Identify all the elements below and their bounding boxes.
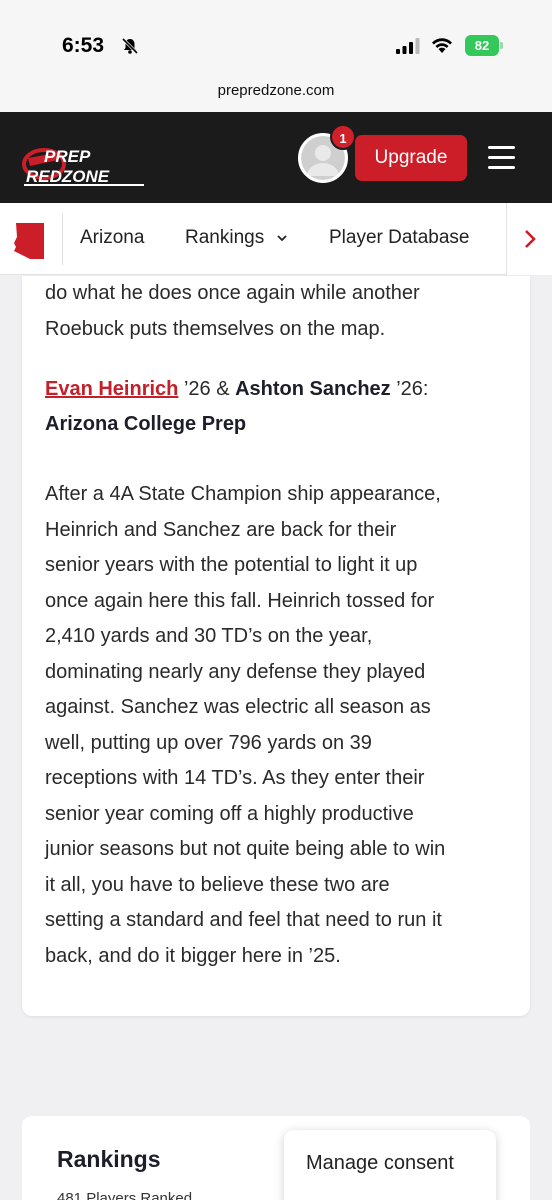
battery-level: 82: [465, 35, 499, 56]
body-line: back, and do it bigger here in ’25.: [45, 944, 341, 967]
player2-year: ’26:: [390, 378, 429, 400]
article-body: After a 4A State Champion ship appearanc…: [45, 477, 513, 974]
logo-text-redzone: REDZONE: [26, 167, 110, 186]
notification-badge[interactable]: 1: [330, 124, 356, 150]
body-line: well, putting up over 796 yards on 39: [45, 731, 372, 754]
bell-slash-icon: [121, 37, 139, 55]
state-nav-bar: Arizona Rankings Player Database: [0, 203, 552, 275]
nav-item-player-database[interactable]: Player Database: [329, 227, 469, 249]
body-line: senior years with the potential to light…: [45, 554, 418, 576]
nav-item-arizona[interactable]: Arizona: [80, 227, 144, 249]
chevron-down-icon: [276, 235, 287, 242]
url-text: prepredzone.com: [217, 82, 335, 99]
article-intro: do what he does once again while another…: [45, 276, 513, 347]
intro-line: Roebuck puts themselves on the map.: [45, 317, 386, 340]
body-line: 2,410 yards and 30 TD’s on the year,: [45, 625, 373, 647]
player2-name: Ashton Sanchez: [235, 378, 391, 400]
body-line: After a 4A State Champion ship appearanc…: [45, 483, 441, 505]
body-line: against. Sanchez was electric all season…: [45, 696, 431, 718]
body-line: senior year coming off a highly producti…: [45, 802, 414, 825]
body-line: setting a standard and feel that need to…: [45, 909, 442, 931]
wifi-icon: [432, 38, 452, 53]
body-line: dominating nearly any defense they playe…: [45, 660, 426, 683]
body-line: junior seasons but not quite being able …: [45, 838, 446, 860]
body-line: receptions with 14 TD’s. As they enter t…: [45, 767, 425, 789]
manage-consent-button[interactable]: Manage consent: [284, 1130, 496, 1200]
site-header: PREP REDZONE: [0, 112, 552, 203]
nav-item-rankings[interactable]: Rankings: [185, 227, 288, 249]
school-name: Arizona College Prep: [45, 413, 247, 435]
signal-icon: [396, 38, 420, 54]
intro-line: do what he does once again while another: [45, 282, 420, 304]
body-line: it all, you have to believe these two ar…: [45, 873, 390, 896]
url-bar[interactable]: prepredzone.com: [0, 82, 552, 112]
rankings-title: Rankings: [57, 1146, 161, 1172]
article-card: do what he does once again while another…: [22, 276, 530, 1016]
nav-scroll-right-button[interactable]: [506, 203, 552, 275]
nav-rankings-label: Rankings: [185, 227, 265, 248]
chevron-right-icon: [525, 230, 536, 248]
hamburger-menu-icon[interactable]: [488, 146, 515, 170]
body-line: once again here this fall. Heinrich toss…: [45, 589, 435, 612]
status-bar: 6:53 82: [0, 0, 552, 82]
upgrade-button[interactable]: Upgrade: [355, 135, 467, 181]
player1-year: ’26 &: [178, 378, 236, 400]
status-time: 6:53: [62, 34, 105, 57]
arizona-state-icon[interactable]: [12, 221, 48, 261]
rankings-subtitle: 481 Players Ranked: [57, 1190, 193, 1200]
battery-icon: 82: [465, 35, 505, 56]
prep-redzone-logo[interactable]: PREP REDZONE: [22, 136, 148, 192]
player-heading: Evan Heinrich ’26 & Ashton Sanchez ’26: …: [45, 372, 505, 442]
player-link-evan-heinrich[interactable]: Evan Heinrich: [45, 378, 178, 400]
logo-text-prep: PREP: [44, 147, 91, 166]
body-line: Heinrich and Sanchez are back for their: [45, 518, 397, 541]
